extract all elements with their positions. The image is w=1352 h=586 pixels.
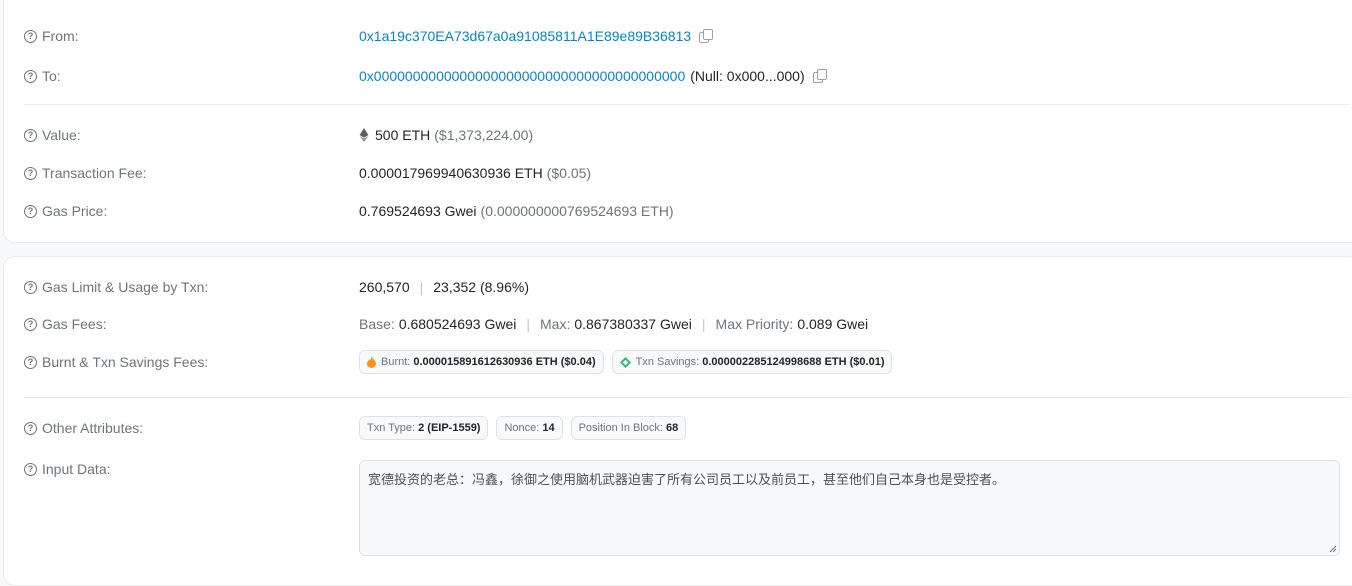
divider bbox=[24, 104, 1350, 105]
fee-row: ? Transaction Fee: 0.000017969940630936 … bbox=[4, 163, 1352, 183]
value-usd: ($1,373,224.00) bbox=[434, 127, 534, 143]
question-circle-icon[interactable]: ? bbox=[24, 204, 37, 218]
gas-limit-label-text: Gas Limit & Usage by Txn: bbox=[42, 279, 209, 295]
separator: | bbox=[526, 316, 530, 332]
value-label: ? Value: bbox=[24, 127, 81, 143]
transaction-overview-card: ? From: 0x1a19c370EA73d67a0a91085811A1E8… bbox=[3, 0, 1352, 243]
question-circle-icon[interactable]: ? bbox=[24, 317, 37, 331]
nonce-label: Nonce: bbox=[504, 422, 540, 434]
burnt-label-text: Burnt & Txn Savings Fees: bbox=[42, 354, 209, 370]
gas-fees-label-text: Gas Fees: bbox=[42, 316, 107, 332]
separator: | bbox=[419, 279, 424, 295]
value-value: 500 ETH ($1,373,224.00) bbox=[359, 127, 533, 143]
gas-fees-value: Base: 0.680524693 Gwei | Max: 0.86738033… bbox=[359, 316, 868, 332]
fee-amount: 0.000017969940630936 ETH bbox=[359, 165, 543, 181]
gas-limit-value: 260,570 | 23,352 (8.96%) bbox=[359, 279, 529, 295]
base-fee-value: 0.680524693 Gwei bbox=[398, 316, 517, 332]
input-data-label-text: Input Data: bbox=[42, 461, 111, 477]
gas-price-value: 0.769524693 Gwei (0.000000000769524693 E… bbox=[359, 203, 674, 219]
burnt-badge-label: Burnt: bbox=[381, 356, 411, 368]
input-data-textarea[interactable]: 宽德投资的老总：冯鑫，徐御之使用脑机武器迫害了所有公司员工以及前员工，甚至他们自… bbox=[359, 460, 1340, 556]
copy-icon[interactable] bbox=[699, 29, 714, 43]
to-label: ? To: bbox=[24, 68, 61, 84]
fire-icon bbox=[367, 356, 376, 368]
gas-fees-row: ? Gas Fees: Base: 0.680524693 Gwei | Max… bbox=[4, 314, 1352, 334]
question-circle-icon[interactable]: ? bbox=[24, 69, 37, 83]
savings-badge: Txn Savings: 0.000002285124998688 ETH ($… bbox=[611, 350, 893, 374]
gas-limit-row: ? Gas Limit & Usage by Txn: 260,570 | 23… bbox=[4, 277, 1352, 297]
from-value: 0x1a19c370EA73d67a0a91085811A1E89e89B368… bbox=[359, 28, 714, 44]
from-label-text: From: bbox=[42, 28, 79, 44]
base-fee-label: Base: bbox=[359, 316, 395, 332]
nonce-value: 14 bbox=[542, 422, 555, 434]
burnt-row: ? Burnt & Txn Savings Fees: Burnt: 0.000… bbox=[4, 350, 1352, 374]
to-label-text: To: bbox=[42, 68, 61, 84]
question-circle-icon[interactable]: ? bbox=[24, 166, 37, 180]
question-circle-icon[interactable]: ? bbox=[24, 421, 37, 435]
gas-fees-label: ? Gas Fees: bbox=[24, 316, 107, 332]
from-label: ? From: bbox=[24, 28, 79, 44]
burnt-badge: Burnt: 0.000015891612630936 ETH ($0.04) bbox=[359, 350, 604, 374]
savings-badge-label: Txn Savings: bbox=[635, 356, 700, 368]
fee-label-text: Transaction Fee: bbox=[42, 165, 147, 181]
burnt-label: ? Burnt & Txn Savings Fees: bbox=[24, 354, 208, 370]
other-attributes-label-text: Other Attributes: bbox=[42, 420, 144, 436]
copy-icon[interactable] bbox=[812, 69, 827, 83]
max-priority-label: Max Priority: bbox=[715, 316, 794, 332]
to-value: 0x00000000000000000000000000000000000000… bbox=[359, 68, 827, 84]
max-priority-value: 0.089 Gwei bbox=[797, 316, 869, 332]
other-attributes-value: Txn Type: 2 (EIP-1559) Nonce: 14 Positio… bbox=[359, 416, 694, 440]
savings-badge-value: 0.000002285124998688 ETH ($0.01) bbox=[702, 356, 885, 368]
gas-price-label: ? Gas Price: bbox=[24, 203, 107, 219]
max-fee-value: 0.867380337 Gwei bbox=[574, 316, 692, 332]
max-fee-label: Max: bbox=[540, 316, 571, 332]
question-circle-icon[interactable]: ? bbox=[24, 29, 37, 43]
gas-price-label-text: Gas Price: bbox=[42, 203, 108, 219]
from-row: ? From: 0x1a19c370EA73d67a0a91085811A1E8… bbox=[4, 26, 1352, 46]
position-badge: Position In Block: 68 bbox=[570, 416, 687, 440]
divider bbox=[24, 397, 1350, 398]
fee-usd: ($0.05) bbox=[546, 165, 592, 181]
gas-limit-amount: 260,570 bbox=[359, 279, 410, 295]
other-attributes-row: ? Other Attributes: Txn Type: 2 (EIP-155… bbox=[4, 416, 1352, 440]
savings-icon bbox=[619, 356, 631, 368]
question-circle-icon[interactable]: ? bbox=[24, 280, 37, 294]
gas-usage-amount: 23,352 (8.96%) bbox=[433, 279, 529, 295]
value-label-text: Value: bbox=[42, 127, 81, 143]
fee-label: ? Transaction Fee: bbox=[24, 165, 147, 181]
nonce-badge: Nonce: 14 bbox=[496, 416, 563, 440]
eth-icon bbox=[359, 128, 369, 142]
separator: | bbox=[701, 316, 706, 332]
gas-price-row: ? Gas Price: 0.769524693 Gwei (0.0000000… bbox=[4, 201, 1352, 221]
burnt-value: Burnt: 0.000015891612630936 ETH ($0.04) … bbox=[359, 350, 900, 374]
burnt-badge-value: 0.000015891612630936 ETH ($0.04) bbox=[413, 356, 596, 368]
gas-limit-label: ? Gas Limit & Usage by Txn: bbox=[24, 279, 208, 295]
question-circle-icon[interactable]: ? bbox=[24, 462, 37, 476]
to-address-link[interactable]: 0x00000000000000000000000000000000000000… bbox=[359, 68, 685, 84]
to-null-note: (Null: 0x000...000) bbox=[690, 68, 805, 84]
position-label: Position In Block: bbox=[578, 422, 663, 434]
to-row: ? To: 0x00000000000000000000000000000000… bbox=[4, 66, 1352, 86]
input-data-text: 宽德投资的老总：冯鑫，徐御之使用脑机武器迫害了所有公司员工以及前员工，甚至他们自… bbox=[368, 472, 1006, 487]
transaction-details-card: ? Gas Limit & Usage by Txn: 260,570 | 23… bbox=[3, 256, 1352, 586]
txn-type-badge: Txn Type: 2 (EIP-1559) bbox=[359, 416, 489, 440]
value-row: ? Value: 500 ETH ($1,373,224.00) bbox=[4, 125, 1352, 145]
other-attributes-label: ? Other Attributes: bbox=[24, 420, 143, 436]
value-amount: 500 ETH bbox=[375, 127, 431, 143]
position-value: 68 bbox=[665, 422, 679, 434]
question-circle-icon[interactable]: ? bbox=[24, 355, 37, 369]
txn-type-value: 2 (EIP-1559) bbox=[418, 422, 481, 434]
gas-price-eth: (0.000000000769524693 ETH) bbox=[480, 203, 674, 219]
txn-type-label: Txn Type: bbox=[367, 422, 416, 434]
question-circle-icon[interactable]: ? bbox=[24, 128, 37, 142]
gas-price-amount: 0.769524693 Gwei bbox=[359, 203, 477, 219]
fee-value: 0.000017969940630936 ETH ($0.05) bbox=[359, 165, 591, 181]
resize-handle-icon[interactable] bbox=[1329, 545, 1337, 553]
from-address-link[interactable]: 0x1a19c370EA73d67a0a91085811A1E89e89B368… bbox=[359, 28, 691, 44]
input-data-label: ? Input Data: bbox=[24, 461, 111, 477]
